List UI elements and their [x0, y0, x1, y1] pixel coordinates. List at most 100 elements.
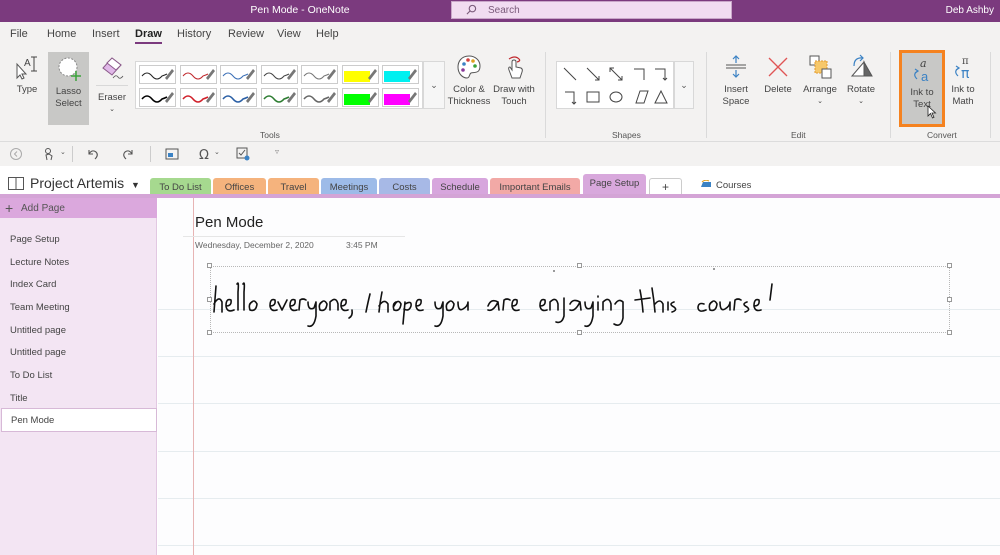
shape-elbow-arrow-left-icon[interactable]: [565, 91, 577, 105]
toolbar-separator: [72, 146, 73, 162]
back-icon[interactable]: [9, 147, 23, 161]
shape-elbow-arrow-icon[interactable]: [655, 68, 668, 81]
eraser-button[interactable]: Eraser ⌄: [96, 54, 128, 116]
pen-icon: [141, 92, 174, 103]
menu-review[interactable]: Review: [228, 28, 264, 40]
eraser-chevron-icon: ⌄: [109, 106, 115, 113]
menu-file[interactable]: File: [10, 28, 28, 40]
handwritten-ink[interactable]: hello everyone, I hope you are enjoying …: [210, 266, 950, 333]
section-group-courses[interactable]: Courses: [716, 180, 751, 191]
rotate-button[interactable]: Rotate ⌄: [843, 54, 879, 108]
section-tab-label: Page Setup: [589, 178, 640, 189]
color-thickness-button[interactable]: Color & Thickness: [447, 54, 491, 108]
type-button[interactable]: A Type: [12, 54, 42, 96]
section-tab-label: Important Emails: [499, 182, 571, 193]
shape-line-icon[interactable]: [563, 67, 577, 81]
screen-clipping-icon[interactable]: [165, 147, 179, 161]
ink-to-math-button[interactable]: π π Ink to Math: [947, 54, 979, 108]
pen-swatch[interactable]: [139, 65, 176, 84]
ink-to-math-label-2: Math: [952, 96, 974, 107]
margin-line: [193, 198, 194, 555]
lasso-select-button[interactable]: Lasso Select: [48, 52, 89, 125]
page-item[interactable]: Index Card: [10, 279, 56, 290]
rule-line: [158, 451, 1000, 452]
pen-swatch[interactable]: [179, 65, 217, 84]
type-label: Type: [16, 84, 38, 95]
tag-icon[interactable]: [236, 147, 250, 161]
highlighter-swatch[interactable]: [382, 65, 419, 84]
page-item[interactable]: Page Setup: [10, 234, 60, 245]
shape-arrow-icon[interactable]: [586, 67, 600, 81]
section-tab-label: Travel: [280, 182, 307, 193]
page-item[interactable]: Lecture Notes: [10, 257, 69, 268]
page-item[interactable]: Untitled page: [10, 325, 66, 336]
pen-swatch[interactable]: [260, 88, 298, 107]
shape-ellipse-icon[interactable]: [609, 91, 623, 103]
pen-swatch[interactable]: [220, 88, 257, 107]
menu-draw[interactable]: Draw: [135, 28, 162, 44]
menu-bar: File Home Insert Draw History Review Vie…: [0, 22, 1000, 46]
page-time: 3:45 PM: [346, 240, 378, 250]
search-placeholder: Search: [488, 5, 520, 16]
shape-rectangle-icon[interactable]: [586, 91, 600, 103]
menu-help[interactable]: Help: [316, 28, 339, 40]
ribbon-separator: [545, 52, 546, 138]
page-list: + Add Page Page Setup Lecture Notes Inde…: [0, 198, 157, 555]
search-box[interactable]: Search: [451, 1, 732, 19]
shape-elbow-icon[interactable]: [634, 68, 645, 80]
notebook-bar: Project Artemis ▼ To Do List Offices Tra…: [0, 166, 1000, 196]
section-group-icon: [701, 180, 711, 187]
highlighter-swatch[interactable]: [382, 88, 419, 107]
page-title[interactable]: Pen Mode: [195, 214, 263, 231]
redo-icon[interactable]: [121, 147, 135, 161]
pen-swatch[interactable]: [260, 65, 298, 84]
page-item[interactable]: Team Meeting: [10, 302, 70, 313]
chevron-down-icon[interactable]: ⌄: [60, 148, 66, 156]
pen-swatch[interactable]: [220, 65, 257, 84]
shape-triangle-icon[interactable]: [654, 89, 668, 104]
menu-history[interactable]: History: [177, 28, 211, 40]
touch-mode-icon[interactable]: [42, 147, 56, 161]
undo-icon[interactable]: [86, 147, 100, 161]
shape-double-arrow-icon[interactable]: [609, 67, 623, 81]
section-tab-label: Meetings: [329, 182, 369, 193]
page-item[interactable]: Title: [10, 393, 28, 404]
page-item[interactable]: Untitled page: [10, 347, 66, 358]
user-name[interactable]: Deb Ashby: [946, 5, 994, 16]
search-icon: [466, 4, 477, 15]
menu-view[interactable]: View: [277, 28, 301, 40]
chevron-down-icon[interactable]: ⌄: [214, 148, 220, 156]
page-item-selected[interactable]: Pen Mode: [1, 408, 157, 432]
notebook-name[interactable]: Project Artemis ▼: [30, 175, 140, 191]
svg-text:π: π: [961, 66, 970, 80]
notebook-icon: [8, 177, 24, 190]
shapes-more-button[interactable]: ⌄: [674, 61, 694, 109]
menu-insert[interactable]: Insert: [92, 28, 120, 40]
add-page-button[interactable]: + Add Page: [0, 198, 157, 218]
shapes-group-label: Shapes: [612, 130, 641, 140]
insert-space-button[interactable]: Insert Space: [718, 54, 754, 108]
page-canvas[interactable]: [158, 198, 1000, 555]
section-tab-page-setup[interactable]: Page Setup: [583, 174, 646, 196]
pen-swatch[interactable]: [301, 88, 338, 107]
pen-swatch[interactable]: [301, 65, 338, 84]
pen-swatch[interactable]: [139, 88, 176, 107]
ink-to-text-button[interactable]: a a Ink to Text: [899, 50, 945, 127]
pens-more-button[interactable]: ⌄: [423, 61, 445, 109]
symbol-omega-icon[interactable]: Ω: [198, 147, 212, 161]
customize-toolbar-icon[interactable]: ▿: [275, 147, 279, 156]
rotate-label: Rotate: [847, 84, 875, 95]
pen-swatch[interactable]: [179, 88, 217, 107]
pen-icon: [303, 92, 336, 103]
arrange-button[interactable]: Arrange ⌄: [800, 54, 840, 108]
draw-with-touch-button[interactable]: Draw with Touch: [492, 54, 536, 108]
delete-button[interactable]: Delete: [760, 54, 796, 96]
shape-parallelogram-icon[interactable]: [635, 90, 649, 104]
ink-to-text-icon: a a: [914, 57, 929, 83]
page-item[interactable]: To Do List: [10, 370, 52, 381]
highlighter-icon: [343, 69, 377, 82]
pen-icon: [182, 69, 215, 80]
menu-home[interactable]: Home: [47, 28, 76, 40]
highlighter-swatch[interactable]: [341, 65, 379, 84]
highlighter-swatch[interactable]: [341, 88, 379, 107]
